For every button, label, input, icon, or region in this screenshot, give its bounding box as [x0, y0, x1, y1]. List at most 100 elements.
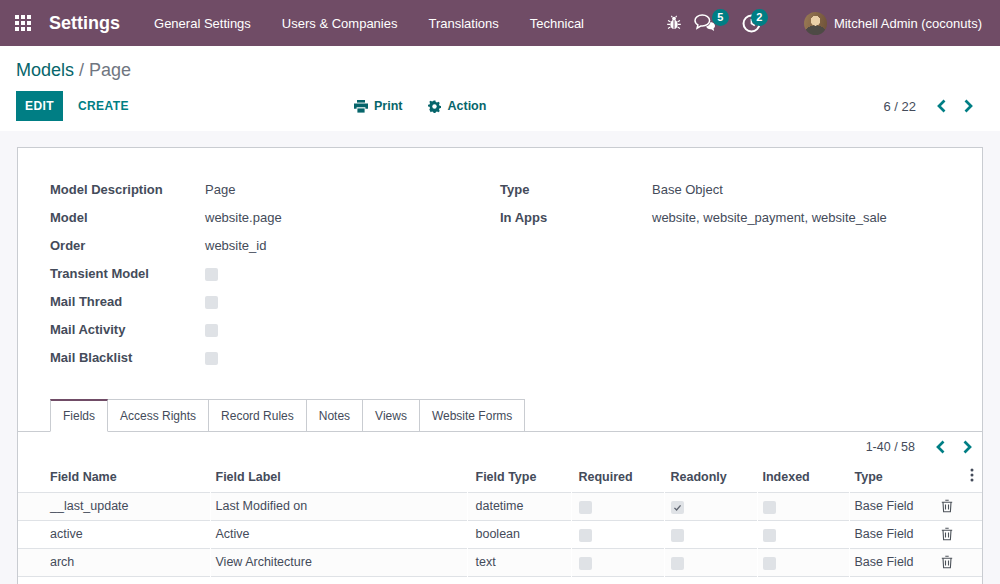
edit-button[interactable]: EDIT	[16, 91, 63, 121]
cell-required-checkbox-arch	[579, 557, 592, 570]
activities-menu-button[interactable]: 2	[741, 13, 762, 34]
delete-row-button[interactable]	[941, 499, 953, 513]
field-value-type: Base Object	[652, 182, 723, 200]
field-label-model: Model	[50, 210, 205, 228]
tab-notes[interactable]: Notes	[307, 399, 363, 432]
cell-delete-active	[933, 520, 961, 548]
breadcrumb-models-link[interactable]: Models	[16, 60, 74, 80]
cell-type-last-update: Base Field	[849, 492, 933, 520]
menu-users-companies[interactable]: Users & Companies	[282, 16, 398, 31]
cell-ftype-active: boolean	[467, 520, 571, 548]
cell-indexed-checkbox-active	[763, 529, 776, 542]
gear-icon	[428, 100, 441, 113]
action-menu-button[interactable]: Action	[428, 99, 486, 113]
topbar-menu: General Settings Users & Companies Transla…	[154, 16, 584, 31]
page-content: Model DescriptionPageModelwebsite.pageOr…	[0, 131, 1000, 584]
debug-menu-button[interactable]	[666, 15, 682, 31]
form-row-mail-thread: Mail Thread	[50, 294, 500, 312]
column-header-field-type[interactable]: Field Type	[467, 462, 571, 492]
column-header-type[interactable]: Type	[849, 462, 933, 492]
cell-ftype-last-update: datetime	[467, 492, 571, 520]
fields-list: Field NameField LabelField TypeRequiredR…	[18, 462, 982, 584]
field-checkbox-mail-blacklist	[205, 352, 218, 365]
field-label-mail-blacklist: Mail Blacklist	[50, 350, 205, 368]
form-row-model: Modelwebsite.page	[50, 210, 500, 228]
field-label-in-apps: In Apps	[500, 210, 652, 228]
messages-count-badge: 5	[712, 9, 729, 26]
cell-readonly-last-update	[664, 492, 757, 520]
tab-views[interactable]: Views	[363, 399, 420, 432]
cell-readonly-checkbox-arch	[671, 557, 684, 570]
list-pager-previous-button[interactable]	[934, 440, 947, 454]
form-row-mail-blacklist: Mail Blacklist	[50, 350, 500, 368]
menu-technical[interactable]: Technical	[530, 16, 584, 31]
delete-row-button[interactable]	[941, 555, 953, 569]
messages-menu-button[interactable]: 5	[694, 14, 717, 32]
optional-columns-icon[interactable]	[970, 468, 974, 482]
field-row-active[interactable]: activeActivebooleanBase Field	[18, 520, 982, 548]
record-pager-value: 6 / 22	[883, 99, 916, 114]
column-header-indexed[interactable]: Indexed	[757, 462, 849, 492]
menu-translations[interactable]: Translations	[428, 16, 498, 31]
chevron-right-icon	[961, 440, 974, 454]
user-avatar[interactable]	[804, 12, 827, 35]
list-header-row: Field NameField LabelField TypeRequiredR…	[18, 462, 982, 492]
tab-record-rules[interactable]: Record Rules	[209, 399, 307, 432]
cell-indexed-last-update	[757, 492, 849, 520]
column-header-options[interactable]	[961, 462, 982, 492]
breadcrumb-current: Page	[89, 60, 131, 80]
chevron-right-icon	[962, 99, 975, 113]
field-row-last-update[interactable]: __last_updateLast Modified ondatetime Bas…	[18, 492, 982, 520]
cell-indexed-checkbox-last-update	[763, 501, 776, 514]
cell-required-checkbox-active	[579, 529, 592, 542]
cell-readonly-checkbox-active	[671, 529, 684, 542]
column-header-field-label[interactable]: Field Label	[210, 462, 467, 492]
cell-readonly-checkbox-last-update	[671, 501, 684, 514]
print-menu-button[interactable]: Print	[354, 99, 402, 113]
delete-row-button[interactable]	[941, 527, 953, 541]
control-panel-buttons: EDIT CREATE Print Action 6 / 22	[16, 91, 984, 121]
form-row-type: TypeBase Object	[500, 182, 950, 200]
field-label-type: Type	[500, 182, 652, 200]
form-row-in-apps: In Appswebsite, website_payment, website…	[500, 210, 950, 228]
cell-end-arch	[961, 548, 982, 576]
column-header-field-name[interactable]: Field Name	[18, 462, 210, 492]
cell-ftype-arch: text	[467, 548, 571, 576]
list-pager: 1-40 / 58	[18, 432, 982, 462]
cell-label-last-update: Last Modified on	[210, 492, 467, 520]
activities-count-badge: 2	[751, 9, 768, 26]
cell-end-active	[961, 520, 982, 548]
cell-delete-arch	[933, 548, 961, 576]
tab-fields[interactable]: Fields	[50, 399, 108, 432]
menu-general-settings[interactable]: General Settings	[154, 16, 251, 31]
field-label-model-description: Model Description	[50, 182, 205, 200]
field-label-mail-activity: Mail Activity	[50, 322, 205, 340]
tab-access-rights[interactable]: Access Rights	[108, 399, 209, 432]
create-button[interactable]: CREATE	[78, 99, 129, 113]
cell-indexed-checkbox-arch	[763, 557, 776, 570]
record-pager: 6 / 22	[883, 91, 975, 121]
chevron-left-icon	[935, 99, 948, 113]
column-header-readonly[interactable]: Readonly	[664, 462, 757, 492]
field-row-arch[interactable]: archView ArchitecturetextBase Field	[18, 548, 982, 576]
app-title[interactable]: Settings	[49, 13, 120, 34]
tab-website-forms[interactable]: Website Forms	[420, 399, 525, 432]
field-checkbox-transient-model	[205, 268, 218, 281]
cell-end-last-update	[961, 492, 982, 520]
pager-next-button[interactable]	[962, 99, 975, 113]
list-pager-next-button[interactable]	[961, 440, 974, 454]
cell-required-arch	[571, 548, 664, 576]
cell-type-arch: Base Field	[849, 548, 933, 576]
field-value-in-apps: website, website_payment, website_sale	[652, 210, 887, 228]
cell-label-active: Active	[210, 520, 467, 548]
checkmark-icon	[673, 503, 682, 512]
cell-name-active: active	[18, 520, 210, 548]
user-menu[interactable]: Mitchell Admin (coconuts)	[834, 16, 982, 31]
apps-menu-button[interactable]	[0, 0, 46, 46]
column-header-required[interactable]: Required	[571, 462, 664, 492]
cell-name-last-update: __last_update	[18, 492, 210, 520]
field-value-order: website_id	[205, 238, 266, 256]
pager-previous-button[interactable]	[935, 99, 948, 113]
form-sheet: Model DescriptionPageModelwebsite.pageOr…	[17, 147, 983, 584]
trash-icon	[941, 499, 953, 513]
